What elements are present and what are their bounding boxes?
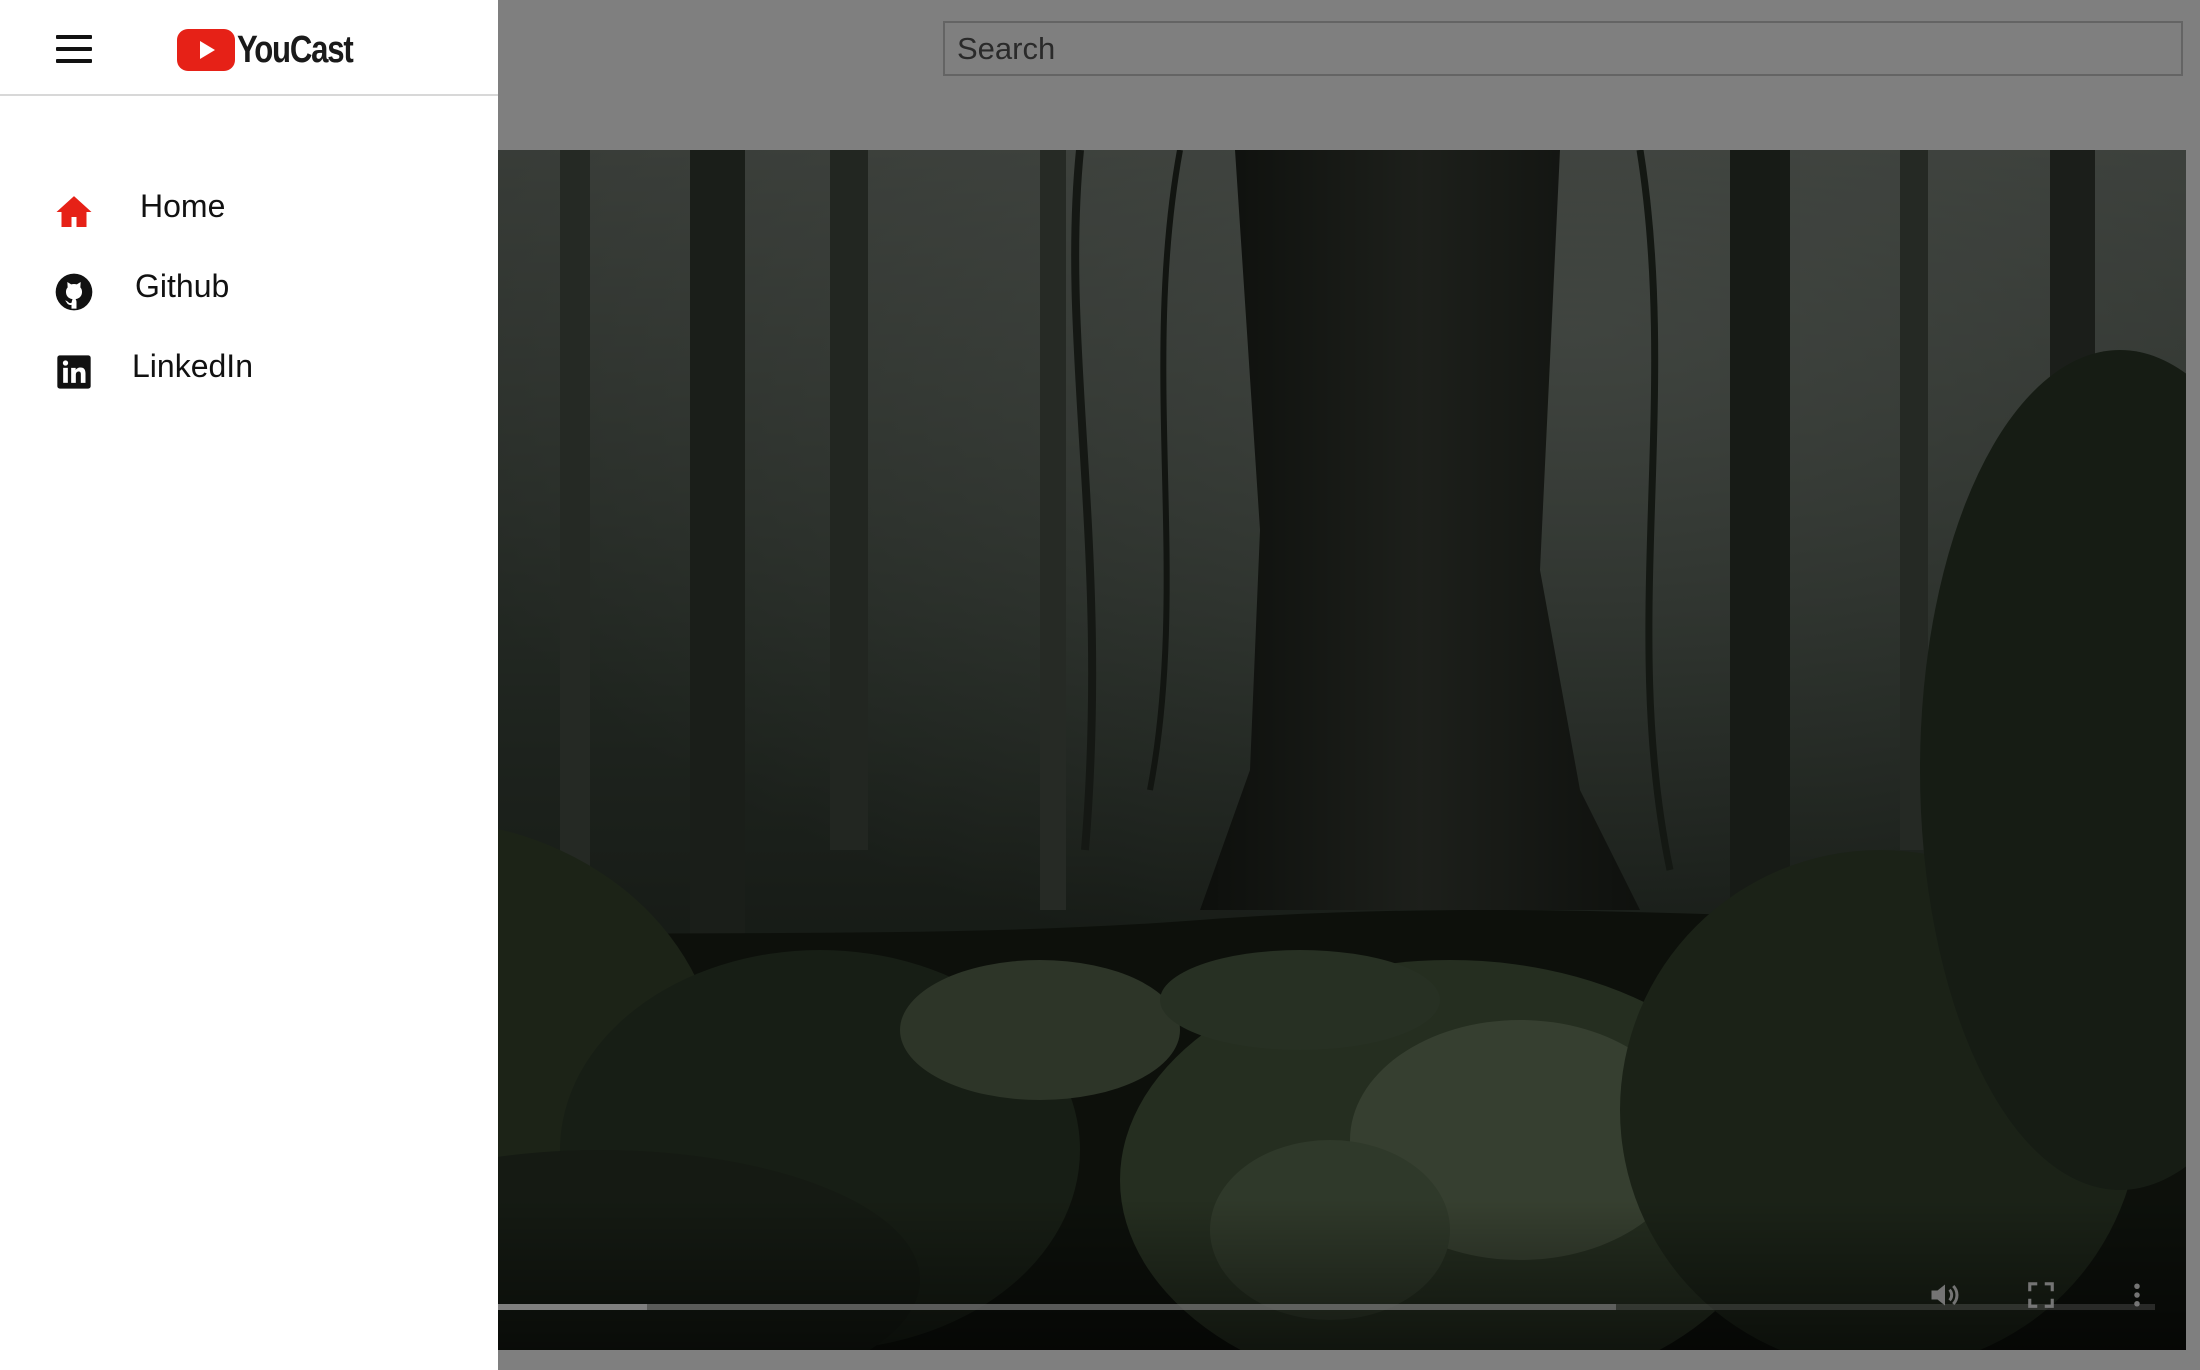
drawer-nav: Home Github LinkedIn [0,180,498,420]
logo[interactable]: YouCast [177,28,378,72]
play-logo-icon [177,29,235,71]
nav-item-home[interactable]: Home [0,180,498,260]
side-drawer: YouCast Home Github LinkedIn [0,0,498,1370]
logo-text: YouCast [237,28,354,71]
linkedin-icon [57,355,91,389]
nav-label-github: Github [135,268,230,304]
nav-label-home: Home [140,188,226,224]
github-icon [55,273,93,311]
drawer-header: YouCast [0,0,498,96]
nav-label-linkedin: LinkedIn [132,348,253,384]
menu-button[interactable] [48,26,102,72]
nav-item-linkedin[interactable]: LinkedIn [0,340,498,420]
nav-item-github[interactable]: Github [0,260,498,340]
home-icon [56,196,92,227]
